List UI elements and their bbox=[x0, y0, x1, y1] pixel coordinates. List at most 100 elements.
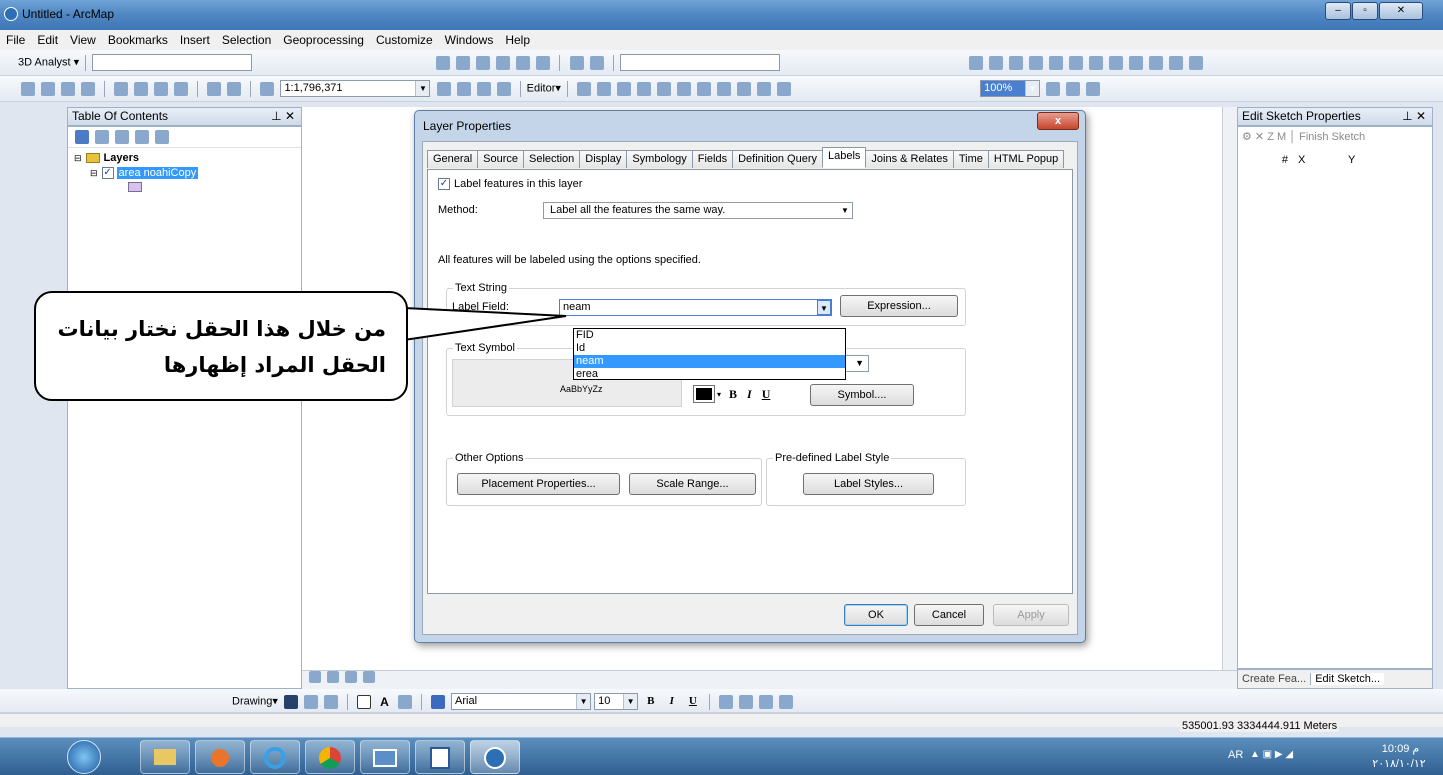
option-fid[interactable]: FID bbox=[574, 329, 845, 342]
xy-icon[interactable] bbox=[1188, 55, 1203, 70]
taskbar-explorer[interactable] bbox=[140, 740, 190, 774]
menu-view[interactable]: View bbox=[70, 33, 96, 47]
layout-icon[interactable] bbox=[1086, 81, 1101, 96]
tool-icon[interactable] bbox=[496, 55, 511, 70]
select-elements-icon[interactable] bbox=[283, 694, 298, 709]
tool-icon[interactable] bbox=[516, 55, 531, 70]
drawing-bold-button[interactable]: B bbox=[647, 695, 654, 707]
tab-fields[interactable]: Fields bbox=[691, 150, 734, 168]
menu-selection[interactable]: Selection bbox=[222, 33, 271, 47]
menu-customize[interactable]: Customize bbox=[376, 33, 433, 47]
text-icon[interactable]: A bbox=[380, 695, 389, 709]
identify-icon[interactable] bbox=[1128, 55, 1143, 70]
option-neam[interactable]: neam bbox=[574, 355, 845, 368]
tool-icon[interactable] bbox=[436, 55, 451, 70]
tab-labels[interactable]: Labels bbox=[821, 147, 867, 168]
new-icon[interactable] bbox=[21, 81, 35, 96]
language-indicator[interactable]: AR bbox=[1228, 749, 1243, 761]
point-icon[interactable] bbox=[677, 81, 692, 96]
bold-button[interactable]: B bbox=[729, 387, 737, 402]
print-icon[interactable] bbox=[81, 81, 95, 96]
label-features-checkbox[interactable]: ✓ bbox=[438, 178, 450, 190]
cut-icon[interactable] bbox=[114, 81, 129, 96]
trace-icon[interactable] bbox=[657, 81, 672, 96]
menu-insert[interactable]: Insert bbox=[180, 33, 210, 47]
tab-selection[interactable]: Selection bbox=[523, 150, 581, 168]
full-extent-icon[interactable] bbox=[1028, 55, 1043, 70]
open-icon[interactable] bbox=[41, 81, 55, 96]
clock-date[interactable]: ٢٠١٨/١٠/١٢ bbox=[1368, 757, 1430, 770]
menu-file[interactable]: File bbox=[6, 33, 25, 47]
copy-icon[interactable] bbox=[134, 81, 149, 96]
layout-icon[interactable] bbox=[1046, 81, 1061, 96]
taskbar-word[interactable] bbox=[415, 740, 465, 774]
fill-color-icon[interactable] bbox=[739, 694, 753, 709]
zoom-combo[interactable]: 100% ▼ bbox=[980, 80, 1041, 97]
pan-icon[interactable] bbox=[1008, 55, 1023, 70]
scale-range-button[interactable]: Scale Range... bbox=[629, 473, 756, 495]
underline-button[interactable]: U bbox=[762, 387, 771, 402]
curve-icon[interactable] bbox=[637, 81, 652, 96]
tool-icon[interactable] bbox=[476, 55, 491, 70]
tab-symbology[interactable]: Symbology bbox=[626, 150, 693, 168]
fixed-zoom-icon[interactable] bbox=[1048, 55, 1063, 70]
minimize-button[interactable]: – bbox=[1325, 2, 1351, 20]
back-icon[interactable] bbox=[1068, 55, 1083, 70]
redo-icon[interactable] bbox=[227, 81, 242, 96]
editor-toolbar-icon[interactable] bbox=[436, 81, 451, 96]
marker-color-icon[interactable] bbox=[779, 694, 793, 709]
measure-icon[interactable] bbox=[1168, 55, 1183, 70]
attributes-icon[interactable] bbox=[737, 81, 752, 96]
zoom-out-icon[interactable] bbox=[988, 55, 1003, 70]
layer-visibility-checkbox[interactable]: ✓ bbox=[101, 167, 114, 179]
symbol-button[interactable]: Symbol.... bbox=[810, 384, 914, 406]
font-size-combo[interactable]: 10 ▼ bbox=[594, 693, 639, 710]
find-icon[interactable] bbox=[1148, 55, 1163, 70]
drawing-menu[interactable]: Drawing▾ bbox=[232, 695, 278, 707]
options-icon[interactable] bbox=[155, 130, 169, 144]
font-dropdown[interactable]: Arial ▼ bbox=[451, 693, 592, 710]
map-vertical-scrollbar[interactable] bbox=[1222, 107, 1237, 670]
globe-icon[interactable] bbox=[569, 55, 584, 70]
apply-button[interactable]: Apply bbox=[993, 604, 1069, 626]
split-icon[interactable] bbox=[697, 81, 712, 96]
tab-html-popup[interactable]: HTML Popup bbox=[987, 150, 1065, 168]
taskbar-chrome[interactable] bbox=[305, 740, 355, 774]
layout-icon[interactable] bbox=[1066, 81, 1081, 96]
label-styles-button[interactable]: Label Styles... bbox=[803, 473, 934, 495]
font-color-icon[interactable] bbox=[719, 694, 733, 709]
drawing-underline-button[interactable]: U bbox=[689, 695, 697, 707]
delete-icon[interactable] bbox=[174, 81, 189, 96]
pause-icon[interactable] bbox=[363, 671, 375, 684]
tab-source[interactable]: Source bbox=[477, 150, 524, 168]
option-id[interactable]: Id bbox=[574, 342, 845, 355]
list-by-drawing-order-icon[interactable] bbox=[75, 130, 89, 144]
list-by-selection-icon[interactable] bbox=[135, 130, 149, 144]
tab-time[interactable]: Time bbox=[952, 150, 989, 168]
create-features-icon[interactable] bbox=[777, 81, 792, 96]
save-icon[interactable] bbox=[61, 81, 75, 96]
close-window-button[interactable]: ✕ bbox=[1379, 2, 1423, 20]
layer-symbol-swatch[interactable] bbox=[128, 182, 142, 192]
maximize-button[interactable]: ▫ bbox=[1352, 2, 1378, 20]
menu-edit[interactable]: Edit bbox=[37, 33, 58, 47]
globe-icon[interactable] bbox=[589, 55, 604, 70]
finish-sketch-button[interactable]: Finish Sketch bbox=[1299, 131, 1365, 143]
tab-edit-sketch[interactable]: Edit Sketch... bbox=[1311, 673, 1385, 685]
rotate-icon[interactable] bbox=[303, 694, 318, 709]
tool-icon[interactable] bbox=[536, 55, 551, 70]
ok-button[interactable]: OK bbox=[844, 604, 908, 626]
edit-annotation-icon[interactable] bbox=[597, 81, 612, 96]
menu-help[interactable]: Help bbox=[505, 33, 530, 47]
dialog-close-button[interactable]: x bbox=[1037, 112, 1079, 130]
layout-view-icon[interactable] bbox=[327, 671, 339, 684]
start-button[interactable] bbox=[67, 740, 101, 774]
method-dropdown[interactable]: Label all the features the same way. ▼ bbox=[543, 202, 853, 219]
zoom-in-icon[interactable] bbox=[968, 55, 983, 70]
search-icon[interactable] bbox=[496, 81, 511, 96]
rotate-icon[interactable] bbox=[717, 81, 732, 96]
analyst-combo[interactable] bbox=[619, 54, 780, 71]
text-color-picker[interactable] bbox=[693, 385, 715, 403]
pin-close-icon[interactable]: ⊥ ✕ bbox=[271, 108, 295, 125]
3d-analyst-button[interactable]: 3D Analyst ▾ bbox=[18, 56, 79, 68]
